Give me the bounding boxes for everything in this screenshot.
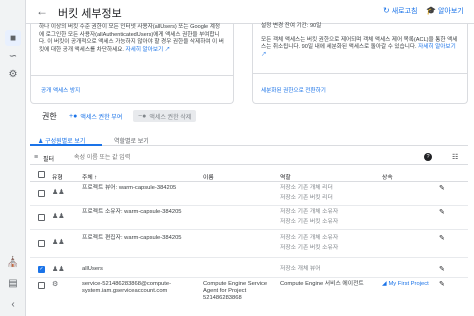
role-cell: 저장소 기존 버킷 소유자	[280, 219, 339, 225]
left-nav-rail: ■ ∽ ⚙ ⛪ ▤ ‹	[0, 0, 26, 316]
role-cell: 저장소 기존 개체 소유자	[280, 209, 339, 215]
active-tab-indicator	[30, 144, 102, 146]
edit-pencil-icon[interactable]: ✎	[439, 184, 445, 192]
back-arrow-icon[interactable]: ←	[36, 4, 48, 18]
filter-icon: ≡	[34, 154, 39, 161]
grant-access-button[interactable]: +● 액세스 권한 부여	[64, 110, 127, 122]
select-all-checkbox[interactable]	[38, 171, 45, 178]
principal-cell: allUsers	[82, 266, 103, 272]
switch-fine-grained-link[interactable]: 세분화된 권한으로 전환하기	[261, 86, 326, 94]
filter-label: 필터	[43, 157, 55, 163]
header-name: 이름	[203, 175, 214, 181]
tab-view-by-role[interactable]: 역할별로 보기	[114, 136, 149, 145]
header-inherited: 상속	[382, 175, 393, 181]
external-link-icon-2: ↗	[261, 51, 267, 58]
filter-bar: ≡ 필터 ? ☷	[30, 151, 468, 165]
group-icon: ♟♟	[52, 189, 65, 196]
role-cell: 저장소 기존 개체 리더	[280, 185, 333, 191]
principal-cell: service-521486283868@compute-system.iam.…	[82, 281, 172, 294]
external-link-icon: ↗	[163, 46, 171, 53]
page-header: ← 버킷 세부정보 ↻ 새로고침 🎓 알아보기	[26, 0, 474, 24]
header-principal[interactable]: 주체 ↑	[82, 172, 97, 181]
edit-pencil-icon[interactable]: ✎	[439, 280, 445, 288]
remove-person-icon: −●	[138, 112, 147, 120]
header-role: 역할	[280, 175, 291, 181]
add-person-icon: +●	[69, 112, 78, 120]
group-icon: ♟♟	[52, 213, 65, 220]
edit-pencil-icon[interactable]: ✎	[439, 208, 445, 216]
refresh-button[interactable]: ↻ 새로고침	[383, 6, 417, 16]
storage-icon[interactable]: ■	[5, 30, 21, 46]
remaining-period-text: 설정 변경 잔여 기간: 90일	[261, 23, 322, 29]
public-access-card: 하나 이상의 버킷 수준 권한이 모든 인터넷 사용자(allUsers) 또는…	[30, 24, 234, 104]
page-title: 버킷 세부정보	[58, 8, 122, 20]
name-cell: Compute Engine Service Agent for Project…	[203, 281, 268, 301]
table-row: ♟♟ 프로젝트 뷰어: warm-capsule-384205 저장소 기존 개…	[30, 182, 468, 206]
release-notes-icon[interactable]: ▤	[5, 275, 21, 291]
sort-arrow-icon: ↑	[94, 175, 98, 181]
principal-cell: 프로젝트 편집자: warm-capsule-384205	[82, 235, 182, 241]
column-display-icon[interactable]: ☷	[452, 153, 458, 161]
role-cell: 저장소 개체 뷰어	[280, 266, 321, 272]
project-icon: ◢	[382, 281, 387, 287]
header-type: 유형	[52, 175, 63, 181]
edit-pencil-icon[interactable]: ✎	[439, 265, 445, 273]
table-row: ♟♟ 프로젝트 소유자: warm-capsule-384205 저장소 기존 …	[30, 206, 468, 230]
app-window: ■ ∽ ⚙ ⛪ ▤ ‹ ← 버킷 세부정보 ↻ 새로고침 🎓 알아보기 하나 이상의…	[0, 0, 474, 316]
uniform-access-card: 설정 변경 잔여 기간: 90일 모든 객체 액세스는 버킷 권한으로 제어되며…	[252, 23, 468, 104]
role-cell: 저장소 기존 버킷 소유자	[280, 245, 339, 251]
school-icon: 🎓	[426, 6, 436, 15]
group-icon: ♟♟	[52, 266, 65, 273]
row-checkbox[interactable]	[38, 214, 45, 221]
row-checkbox[interactable]	[38, 240, 45, 247]
table-row: ✓ ♟♟ allUsers 저장소 개체 뷰어 ✎	[30, 262, 468, 278]
refresh-icon: ↻	[383, 6, 390, 15]
group-icon: ♟♟	[52, 239, 65, 246]
row-checkbox[interactable]	[38, 190, 45, 197]
table-header: 유형 주체 ↑ 이름 역할 상속	[30, 168, 468, 182]
principal-cell: 프로젝트 소유자: warm-capsule-384205	[82, 209, 182, 215]
edit-pencil-icon[interactable]: ✎	[439, 234, 445, 242]
role-cell: 저장소 기존 개체 소유자	[280, 235, 339, 241]
row-checkbox[interactable]	[38, 282, 45, 289]
marketplace-icon[interactable]: ⛪	[5, 254, 21, 270]
table-row: ⚙ service-521486283868@compute-system.ia…	[30, 278, 468, 310]
remove-access-button[interactable]: −● 액세스 권한 삭제	[133, 110, 197, 122]
prevent-public-access-link[interactable]: 공개 액세스 방지	[41, 86, 80, 94]
row-checkbox-checked[interactable]: ✓	[38, 266, 45, 273]
learn-more-link[interactable]: 자세히 알아보기	[126, 47, 164, 53]
inherited-link[interactable]: ◢ My First Project	[382, 281, 429, 287]
role-cell: Compute Engine 서비스 에이전트	[280, 281, 364, 287]
help-icon[interactable]: ?	[424, 153, 432, 161]
learn-more-link-2[interactable]: 자세히 알아보기	[418, 44, 456, 50]
table-row: ♟♟ 프로젝트 편집자: warm-capsule-384205 저장소 기존 …	[30, 230, 468, 258]
service-account-icon: ⚙	[52, 281, 59, 288]
principal-cell: 프로젝트 뷰어: warm-capsule-384205	[82, 185, 177, 191]
chart-icon[interactable]: ∽	[5, 48, 21, 64]
collapse-icon[interactable]: ‹	[5, 296, 21, 312]
permissions-title: 권한	[42, 112, 57, 121]
role-cell: 저장소 기존 버킷 리더	[280, 195, 333, 201]
view-tabs: ♟ 구성원별로 보기 역할별로 보기	[30, 132, 468, 146]
filter-input[interactable]	[74, 153, 374, 163]
gear-icon[interactable]: ⚙	[5, 66, 21, 82]
learn-button[interactable]: 🎓 알아보기	[426, 6, 464, 16]
